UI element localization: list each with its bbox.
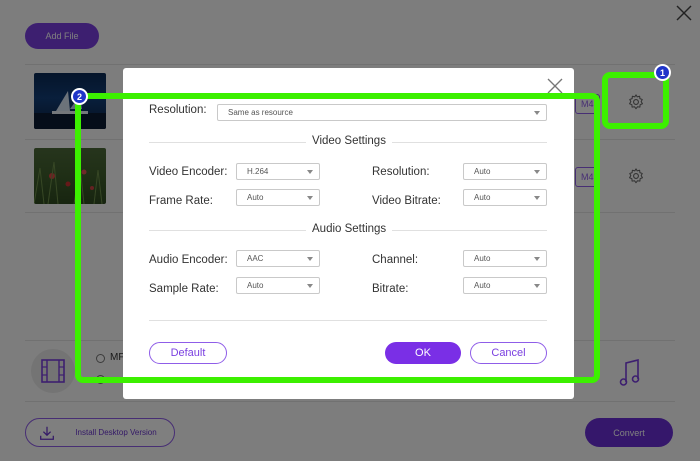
step-badge-2: 2 [71, 88, 88, 105]
step-badge-1: 1 [654, 64, 671, 81]
highlight-settings-area [75, 93, 600, 383]
